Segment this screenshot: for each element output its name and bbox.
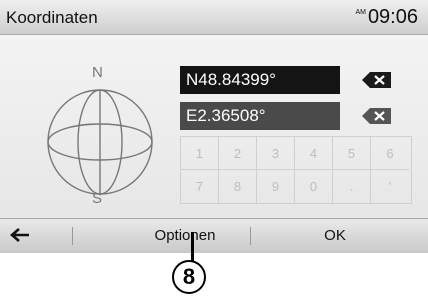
clock-ampm: AM xyxy=(355,9,366,16)
page-title: Koordinaten xyxy=(6,8,98,27)
backspace-icon[interactable] xyxy=(360,105,394,127)
key-1[interactable]: 1 xyxy=(181,137,219,170)
coordinates-screen: Koordinaten AM 09:06 N S N48.84399° E2.36… xyxy=(0,0,428,253)
south-label: S xyxy=(92,190,103,207)
key-9[interactable]: 9 xyxy=(257,170,295,203)
key-6[interactable]: 6 xyxy=(371,137,409,170)
title-bar: Koordinaten AM 09:06 xyxy=(0,0,428,35)
numeric-keypad: 1 2 3 4 5 6 7 8 9 0 . ' xyxy=(180,136,412,204)
bottom-bar: Optionen OK xyxy=(0,218,428,253)
key-apostrophe[interactable]: ' xyxy=(371,170,409,203)
callout-badge: 8 xyxy=(172,260,206,294)
key-4[interactable]: 4 xyxy=(295,137,333,170)
key-2[interactable]: 2 xyxy=(219,137,257,170)
separator xyxy=(72,227,73,245)
back-arrow-icon[interactable] xyxy=(8,225,32,245)
longitude-field[interactable]: E2.36508° xyxy=(180,102,340,130)
ok-button[interactable]: OK xyxy=(275,227,395,244)
key-decimal[interactable]: . xyxy=(333,170,371,203)
clock: AM 09:06 xyxy=(355,6,418,29)
key-7[interactable]: 7 xyxy=(181,170,219,203)
callout-line xyxy=(191,232,194,262)
key-8[interactable]: 8 xyxy=(219,170,257,203)
latitude-field[interactable]: N48.84399° xyxy=(180,66,340,94)
clock-time: 09:06 xyxy=(367,6,418,28)
north-label: N xyxy=(92,64,103,81)
coordinate-entry-panel: N48.84399° E2.36508° 1 2 3 4 5 6 7 8 9 0… xyxy=(180,60,412,206)
key-0[interactable]: 0 xyxy=(295,170,333,203)
separator xyxy=(250,227,251,245)
key-3[interactable]: 3 xyxy=(257,137,295,170)
backspace-icon[interactable] xyxy=(360,69,394,91)
options-button[interactable]: Optionen xyxy=(110,227,260,244)
key-5[interactable]: 5 xyxy=(333,137,371,170)
